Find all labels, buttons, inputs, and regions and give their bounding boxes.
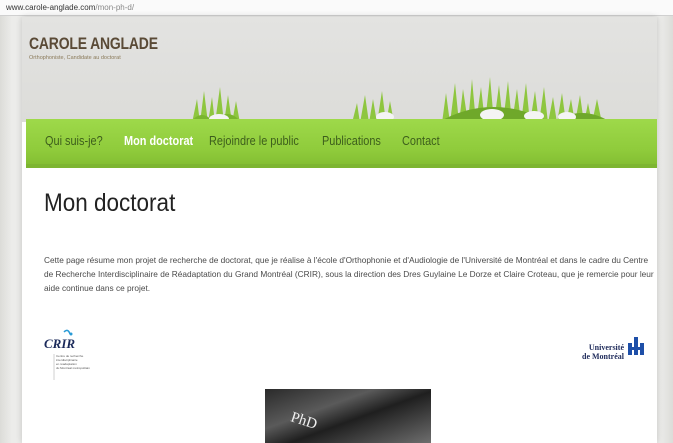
url-path: /mon-ph-d/ <box>95 3 135 12</box>
site-subtitle: Orthophoniste, Candidate au doctorat <box>29 55 121 61</box>
web-page: CAROLE ANGLADE Orthophoniste, Candidate … <box>22 17 657 443</box>
address-bar[interactable]: www.carole-anglade.com/mon-ph-d/ <box>0 0 673 16</box>
udem-logo[interactable]: Université de Montréal <box>580 333 652 373</box>
site-title[interactable]: CAROLE ANGLADE <box>29 34 158 54</box>
intro-paragraph: Cette page résume mon projet de recherch… <box>44 255 654 293</box>
nav-item-contact[interactable]: Contact <box>402 133 440 148</box>
crir-logo-graphic: CRIR Centre de recherche interdisciplina… <box>44 329 90 380</box>
nav-item-mon-doctorat[interactable]: Mon doctorat <box>124 133 193 148</box>
grass-banner-image <box>190 77 612 123</box>
crir-logo-letters: CRIR <box>44 336 75 351</box>
udem-wordmark: Université de Montréal <box>582 343 624 361</box>
page-title: Mon doctorat <box>44 189 176 217</box>
udem-emblem-icon <box>628 337 644 355</box>
crir-logo[interactable]: CRIR Centre de recherche interdisciplina… <box>44 328 124 390</box>
nav-item-rejoindre-le-public[interactable]: Rejoindre le public <box>209 133 299 148</box>
nav-item-publications[interactable]: Publications <box>322 133 381 148</box>
url-domain: www.carole-anglade.com <box>6 3 96 12</box>
udem-line2: de Montréal <box>582 352 624 361</box>
svg-text:du Montréal métropolitain: du Montréal métropolitain <box>56 366 90 370</box>
nav-item-qui-suis-je[interactable]: Qui suis-je? <box>45 133 103 148</box>
site-header: CAROLE ANGLADE Orthophoniste, Candidate … <box>22 17 657 123</box>
main-navigation: Qui suis-je? Mon doctorat Rejoindre le p… <box>26 119 657 168</box>
phd-book-image: PhD <box>265 389 431 443</box>
phd-book-label: PhD <box>288 409 320 433</box>
udem-line1: Université <box>588 343 624 352</box>
